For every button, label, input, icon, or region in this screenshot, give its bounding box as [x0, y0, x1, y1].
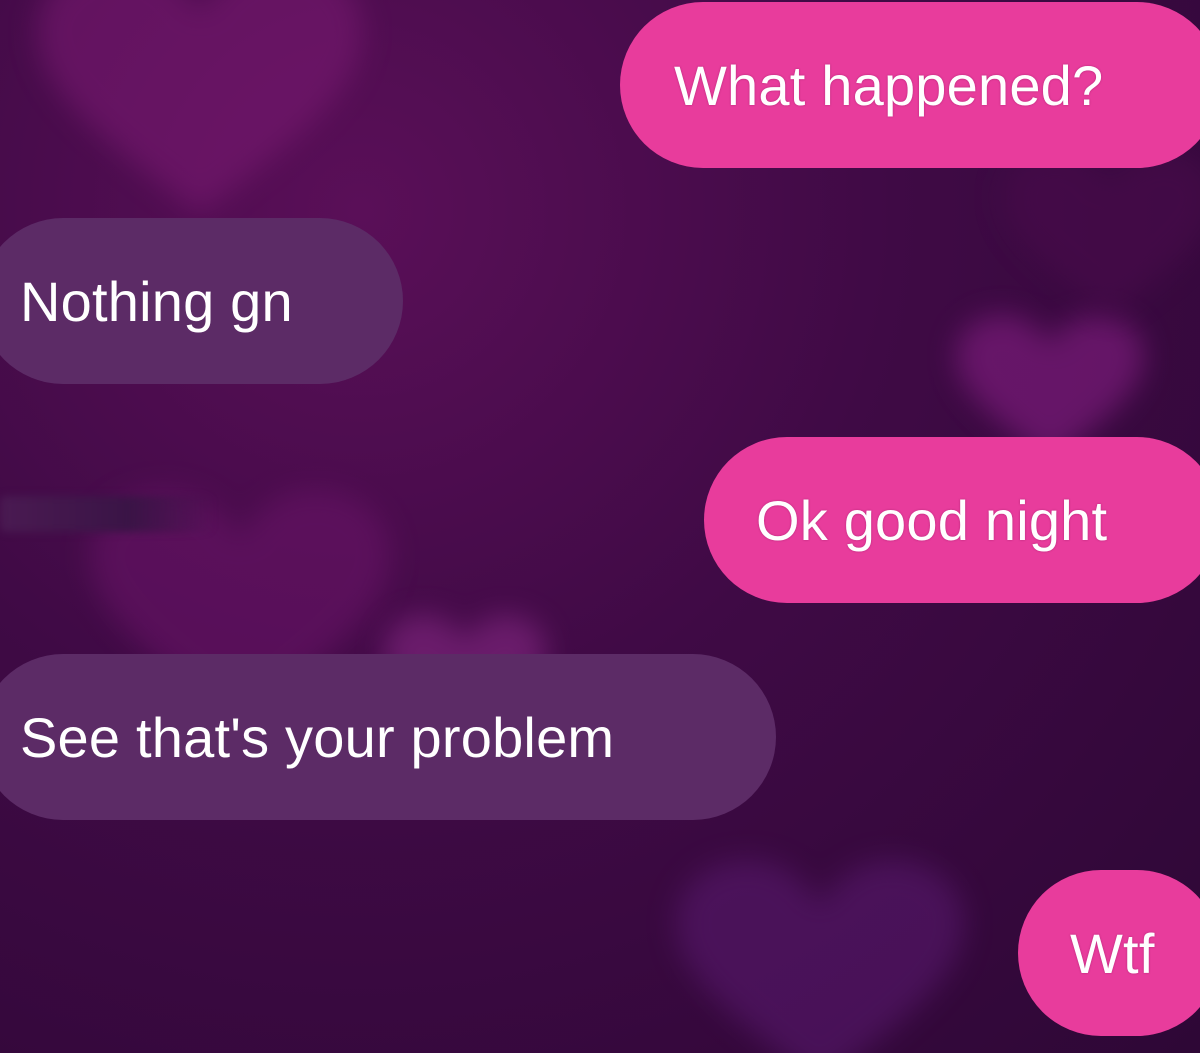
heart-decoration-icon: [1000, 150, 1200, 320]
message-text: Nothing gn: [20, 269, 293, 333]
redacted-sender-name: [0, 496, 214, 532]
message-bubble-received[interactable]: See that's your problem: [0, 654, 776, 820]
chat-screen[interactable]: What happened? Nothing gn Ok good night …: [0, 0, 1200, 1053]
heart-decoration-icon: [30, 0, 370, 220]
message-bubble-sent[interactable]: Ok good night: [704, 437, 1200, 603]
message-text: What happened?: [674, 53, 1104, 117]
message-text: Ok good night: [756, 488, 1108, 552]
heart-decoration-icon: [640, 860, 1000, 1053]
message-bubble-sent[interactable]: What happened?: [620, 2, 1200, 168]
message-bubble-sent[interactable]: Wtf: [1018, 870, 1200, 1036]
message-text: Wtf: [1070, 921, 1155, 985]
message-text: See that's your problem: [20, 705, 615, 769]
message-bubble-received[interactable]: Nothing gn: [0, 218, 403, 384]
